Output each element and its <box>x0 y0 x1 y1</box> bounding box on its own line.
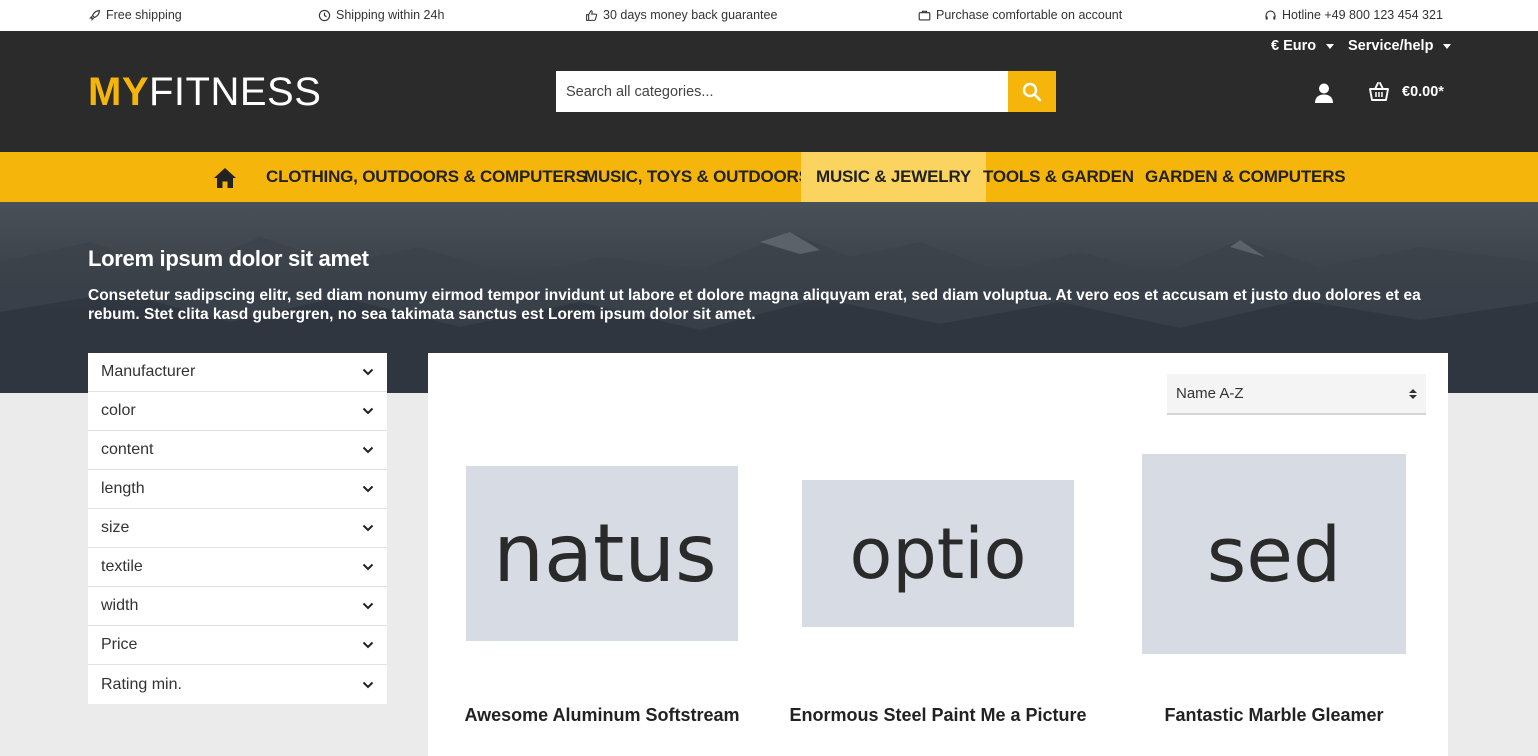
filter-panel: Manufacturer color content length size t… <box>88 353 387 704</box>
briefcase-icon <box>918 10 931 21</box>
usp-bar: Free shipping Shipping within 24h 30 day… <box>0 0 1538 31</box>
product-image-3[interactable]: sed <box>1142 454 1406 654</box>
rocket-icon <box>89 9 100 21</box>
filter-color[interactable]: color <box>88 392 387 431</box>
nav-item-music-jewelry[interactable]: MUSIC & JEWELRY <box>801 152 987 202</box>
nav-item-tools-garden[interactable]: TOOLS & GARDEN <box>968 152 1149 202</box>
search-input[interactable] <box>556 71 1008 112</box>
hero-title: Lorem ipsum dolor sit amet <box>88 246 369 271</box>
user-icon <box>1315 83 1333 103</box>
nav-item-clothing-outdoors-computers[interactable]: CLOTHING, OUTDOORS & COMPUTERS <box>251 152 602 202</box>
chevron-down-icon <box>362 524 374 532</box>
filter-textile[interactable]: textile <box>88 548 387 587</box>
thumbs-up-icon <box>586 9 598 21</box>
cart-total: €0.00* <box>1402 84 1444 100</box>
product-title-3[interactable]: Fantastic Marble Gleamer <box>1124 704 1424 726</box>
product-title-1[interactable]: Awesome Aluminum Softstream <box>452 704 752 726</box>
home-link[interactable] <box>213 167 237 189</box>
hero-text: Consetetur sadipscing elitr, sed diam no… <box>88 287 1421 323</box>
filter-price[interactable]: Price <box>88 626 387 665</box>
search-button[interactable] <box>1008 71 1056 112</box>
headset-icon <box>1265 9 1276 20</box>
currency-dropdown[interactable]: € Euro <box>1271 38 1335 54</box>
usp-shipping-24h: Shipping within 24h <box>318 8 444 22</box>
chevron-down-icon <box>362 407 374 415</box>
product-image-1[interactable]: natus <box>466 466 738 641</box>
filter-manufacturer[interactable]: Manufacturer <box>88 353 387 392</box>
filter-size[interactable]: size <box>88 509 387 548</box>
cart-button[interactable]: €0.00* <box>1368 81 1444 103</box>
chevron-down-icon <box>362 563 374 571</box>
usp-hotline: Hotline +49 800 123 454 321 <box>1264 8 1443 22</box>
product-title-2[interactable]: Enormous Steel Paint Me a Picture <box>788 704 1088 726</box>
basket-icon <box>1369 82 1389 101</box>
chevron-down-icon <box>362 368 374 376</box>
service-help-dropdown[interactable]: Service/help <box>1348 38 1452 54</box>
caret-down-icon <box>1326 43 1335 49</box>
filter-width[interactable]: width <box>88 587 387 626</box>
site-logo[interactable]: MYFITNESS <box>88 72 321 112</box>
chevron-down-icon <box>362 485 374 493</box>
filter-length[interactable]: length <box>88 470 387 509</box>
home-icon <box>214 168 236 188</box>
sort-arrows-icon <box>1409 388 1417 399</box>
search-bar <box>556 71 1056 112</box>
nav-item-music-toys-outdoors[interactable]: MUSIC, TOYS & OUTDOORS <box>569 152 825 202</box>
chevron-down-icon <box>362 446 374 454</box>
chevron-down-icon <box>362 681 374 688</box>
product-listing: Name A-Z natus Awesome Aluminum Softstre… <box>428 353 1448 756</box>
sort-select[interactable]: Name A-Z <box>1167 374 1426 415</box>
usp-free-shipping: Free shipping <box>88 8 182 22</box>
search-icon <box>1022 82 1042 101</box>
site-header: MYFITNESS € Euro Service/help €0.00* <box>0 31 1538 152</box>
chevron-down-icon <box>362 641 374 649</box>
clock-icon <box>318 9 331 21</box>
product-image-2[interactable]: optio <box>802 480 1074 627</box>
usp-money-back: 30 days money back guarantee <box>585 8 777 22</box>
main-navigation: CLOTHING, OUTDOORS & COMPUTERS MUSIC, TO… <box>0 152 1538 202</box>
nav-item-garden-computers[interactable]: GARDEN & COMPUTERS <box>1130 152 1360 202</box>
usp-account-purchase: Purchase comfortable on account <box>918 8 1122 22</box>
filter-rating-min[interactable]: Rating min. <box>88 665 387 704</box>
account-button[interactable] <box>1312 81 1336 105</box>
chevron-down-icon <box>362 602 374 610</box>
filter-content[interactable]: content <box>88 431 387 470</box>
caret-down-icon <box>1443 43 1452 49</box>
